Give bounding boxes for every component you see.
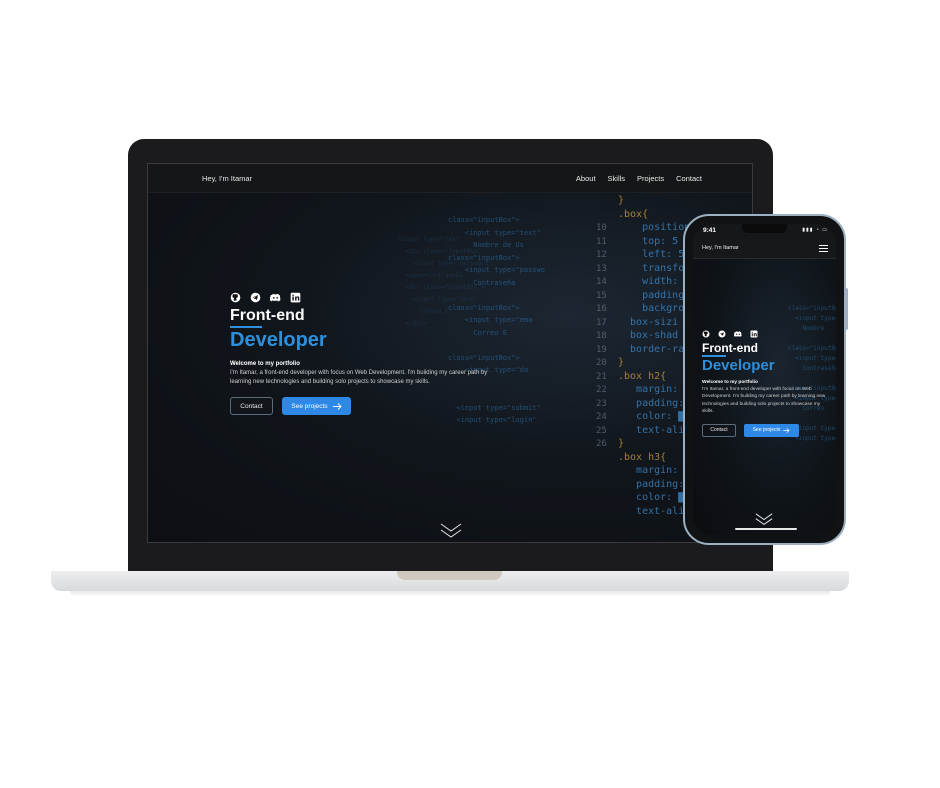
phone-hero-title-line1: Front-end <box>702 341 758 355</box>
social-links <box>230 292 520 303</box>
nav-skills[interactable]: Skills <box>608 174 626 183</box>
status-time: 9:41 <box>703 227 717 234</box>
see-projects-button[interactable]: See projects <box>282 397 351 415</box>
phone-screen: class="inputBox" <input type= Nombre cla… <box>693 224 836 535</box>
phone-notch <box>742 224 787 233</box>
nav-about[interactable]: About <box>576 174 596 183</box>
phone-brand-logo[interactable]: Hey, I'm Itamar <box>702 245 739 251</box>
linkedin-icon[interactable] <box>750 330 758 338</box>
phone-welcome-heading: Welcome to my portfolio <box>702 379 758 385</box>
contact-button[interactable]: Contact <box>230 397 273 415</box>
hero-title-line2: Developer <box>230 329 327 351</box>
discord-icon[interactable] <box>270 292 281 303</box>
phone-hero-section: Front-end Developer Welcome to my portfo… <box>702 330 832 437</box>
laptop-screen: <input type="text" <div class="inputBox"… <box>147 163 753 543</box>
hero-title-line1: Front-end <box>230 307 305 324</box>
github-icon[interactable] <box>702 330 710 338</box>
nav-contact[interactable]: Contact <box>676 174 702 183</box>
welcome-heading: Welcome to my portfolio <box>230 361 300 367</box>
arrow-right-icon <box>332 402 342 410</box>
phone-social-links <box>702 330 832 338</box>
hero-description: I'm Itamar, a front-end developer with f… <box>230 370 488 385</box>
phone-hero-title-line2: Developer <box>702 356 775 374</box>
phone-scroll-down-icon[interactable] <box>755 513 773 526</box>
menu-icon[interactable] <box>819 245 828 252</box>
discord-icon[interactable] <box>734 330 742 338</box>
signal-wifi-battery-icon: ▮▮▮ ◔ ▭ <box>802 227 828 233</box>
phone-hero-buttons: Contact See projects <box>702 423 832 437</box>
hero-section: Front-end Developer Welcome to my portfo… <box>230 292 520 415</box>
phone-status-bar: 9:41 ▮▮▮ ◔ ▭ <box>693 224 836 238</box>
laptop-shadow <box>70 591 830 597</box>
top-navbar: Hey, I'm Itamar About Skills Projects Co… <box>148 164 752 193</box>
contact-button-label: Contact <box>240 402 263 410</box>
phone-home-indicator <box>735 528 797 530</box>
line-numbers: 10 11 12 13 14 15 16 17 18 19 20 21 22 2… <box>596 223 607 449</box>
arrow-right-icon <box>783 427 790 433</box>
hero-buttons: Contact See projects <box>230 397 520 415</box>
phone-frame: class="inputBox" <input type= Nombre cla… <box>683 214 846 545</box>
laptop-hinge-notch <box>397 571 502 580</box>
github-icon[interactable] <box>230 292 241 303</box>
scroll-down-icon[interactable] <box>440 523 462 539</box>
phone-contact-button[interactable]: Contact <box>702 423 736 437</box>
telegram-icon[interactable] <box>250 292 261 303</box>
phone-navbar: Hey, I'm Itamar <box>693 238 836 259</box>
title-underline <box>230 326 262 328</box>
brand-logo[interactable]: Hey, I'm Itamar <box>202 174 252 183</box>
phone-contact-label: Contact <box>710 427 728 433</box>
linkedin-icon[interactable] <box>290 292 301 303</box>
nav-projects[interactable]: Projects <box>637 174 664 183</box>
phone-see-projects-button[interactable]: See projects <box>744 423 799 437</box>
phone-see-projects-label: See projects <box>752 427 781 433</box>
nav-links: About Skills Projects Contact <box>576 174 702 183</box>
phone-hero-description: I'm Itamar, a front-end developer with f… <box>702 386 826 415</box>
see-projects-label: See projects <box>291 402 328 410</box>
telegram-icon[interactable] <box>718 330 726 338</box>
